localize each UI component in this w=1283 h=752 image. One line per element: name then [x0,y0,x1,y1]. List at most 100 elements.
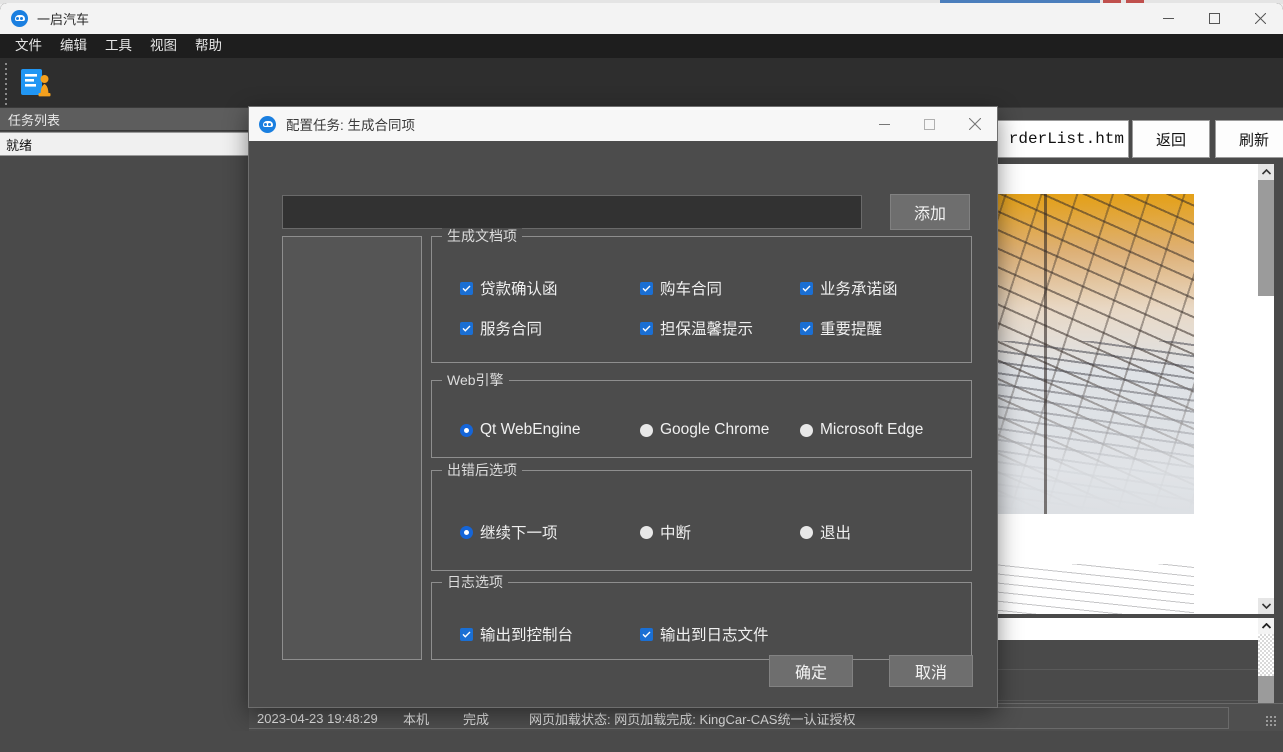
checkbox-business-commitment[interactable]: 业务承诺函 [800,277,898,299]
radio-label: 继续下一项 [480,525,558,542]
ok-button[interactable]: 确定 [769,655,853,687]
chevron-up-icon [1261,623,1271,629]
check-icon [460,627,473,641]
checkbox-output-logfile[interactable]: 输出到日志文件 [640,623,769,645]
menu-item-edit[interactable]: 编辑 [51,35,96,57]
back-button[interactable]: 返回 [1132,120,1210,158]
app-title: 一启汽车 [37,12,90,27]
checkbox-output-console[interactable]: 输出到控制台 [460,623,573,645]
radio-selected-icon [460,423,473,437]
radio-continue-next[interactable]: 继续下一项 [460,521,558,543]
table-scroll-up-button[interactable] [1258,618,1274,634]
on-error-title: 出错后选项 [442,462,522,478]
checkbox-label: 购车合同 [660,281,723,298]
check-icon [800,281,813,295]
menu-bar: 文件 编辑 工具 视图 帮助 [0,34,1283,58]
web-engine-title: Web引擎 [442,372,509,388]
radio-icon [640,423,653,437]
screen: 一启汽车 文件 编辑 工具 视图 帮助 任务列表 就绪 rderList.htm… [0,0,1283,752]
desktop-taskbar [0,731,1283,752]
dialog-titlebar: 配置任务: 生成合同项 [249,107,997,141]
check-icon [640,321,653,335]
document-stamp-icon [21,68,51,96]
refresh-button[interactable]: 刷新 [1215,120,1283,158]
checkbox-purchase-contract[interactable]: 购车合同 [640,277,722,299]
check-icon [640,627,653,641]
selected-items-list[interactable] [282,236,422,660]
radio-label: Qt WebEngine [480,421,581,438]
resize-grip[interactable] [1265,715,1278,728]
radio-microsoft-edge[interactable]: Microsoft Edge [800,421,923,439]
checkbox-service-contract[interactable]: 服务合同 [460,317,542,339]
maximize-button[interactable] [1191,3,1237,34]
radio-exit[interactable]: 退出 [800,521,851,543]
radio-icon [800,423,813,437]
dialog-close-button[interactable] [952,107,997,141]
document-options-title: 生成文档项 [442,228,522,244]
radio-label: Google Chrome [660,421,770,438]
checkbox-guarantee-notice[interactable]: 担保温馨提示 [640,317,753,339]
scroll-thumb[interactable] [1258,180,1274,296]
status-row: 2023-04-23 19:48:29 本机 完成 网页加载状态: 网页加载完成… [249,707,1229,729]
task-status-field[interactable]: 就绪 [0,132,249,156]
task-list-body[interactable] [0,157,249,731]
check-icon [800,321,813,335]
menu-item-file[interactable]: 文件 [6,35,51,57]
add-button[interactable]: 添加 [890,194,970,230]
app-logo-icon [11,10,28,27]
checkbox-label: 贷款确认函 [480,281,558,298]
dialog-app-icon [259,115,276,133]
radio-icon [640,525,653,539]
chevron-up-icon [1261,169,1271,175]
main-titlebar: 一启汽车 [0,3,1283,34]
minimize-button[interactable] [1145,3,1191,34]
check-icon [460,321,473,335]
web-engine-group: Web引擎 Qt WebEngine Google Chrome Microso… [431,372,972,458]
checkbox-label: 业务承诺函 [820,281,898,298]
cancel-button[interactable]: 取消 [889,655,973,687]
close-icon [1254,13,1266,24]
chevron-down-icon [1261,603,1271,609]
task-list-header: 任务列表 [0,108,249,131]
web-view-scrollbar[interactable] [1258,164,1274,614]
path-input[interactable] [282,195,862,229]
menu-item-tools[interactable]: 工具 [96,35,141,57]
toolbar [0,58,1283,108]
checkbox-label: 重要提醒 [820,321,883,338]
dialog-maximize-button[interactable] [907,107,952,141]
check-icon [460,281,473,295]
document-options-group: 生成文档项 贷款确认函 购车合同 业务承诺函 服务合同 担保温馨提示 重要提醒 [431,228,972,363]
radio-qt-webengine[interactable]: Qt WebEngine [460,421,581,439]
checkbox-important-reminder[interactable]: 重要提醒 [800,317,882,339]
status-state: 完成 [463,711,490,727]
check-icon [640,281,653,295]
checkbox-label: 输出到控制台 [480,627,574,644]
status-message: 网页加载状态: 网页加载完成: KingCar-CAS统一认证授权 [529,711,856,727]
dialog-window-controls [862,107,997,141]
close-button[interactable] [1237,3,1283,34]
generate-contract-button[interactable] [14,61,60,105]
radio-label: 中断 [660,525,692,542]
toolbar-drag-handle[interactable] [2,59,10,106]
minimize-icon [879,123,890,125]
menu-item-help[interactable]: 帮助 [186,35,231,57]
dialog-minimize-button[interactable] [862,107,907,141]
radio-icon [800,525,813,539]
checkbox-label: 输出到日志文件 [660,627,769,644]
checkbox-loan-confirmation[interactable]: 贷款确认函 [460,277,558,299]
photo-mullion-4 [1044,194,1047,514]
on-error-group: 出错后选项 继续下一项 中断 退出 [431,462,972,571]
window-controls [1145,3,1283,34]
logging-group: 日志选项 输出到控制台 输出到日志文件 [431,574,972,660]
radio-google-chrome[interactable]: Google Chrome [640,421,769,439]
radio-abort[interactable]: 中断 [640,521,691,543]
radio-label: Microsoft Edge [820,421,924,438]
menu-item-view[interactable]: 视图 [141,35,186,57]
configure-task-dialog: 配置任务: 生成合同项 添加 生成文档项 贷款确认函 购车合同 业务承诺函 服务… [248,106,998,708]
minimize-icon [1162,18,1174,19]
scroll-down-button[interactable] [1258,598,1274,614]
maximize-icon [924,118,935,130]
scroll-up-button[interactable] [1258,164,1274,180]
checkbox-label: 服务合同 [480,321,543,338]
dialog-body: 添加 生成文档项 贷款确认函 购车合同 业务承诺函 服务合同 担保温馨提示 重要… [249,141,997,707]
